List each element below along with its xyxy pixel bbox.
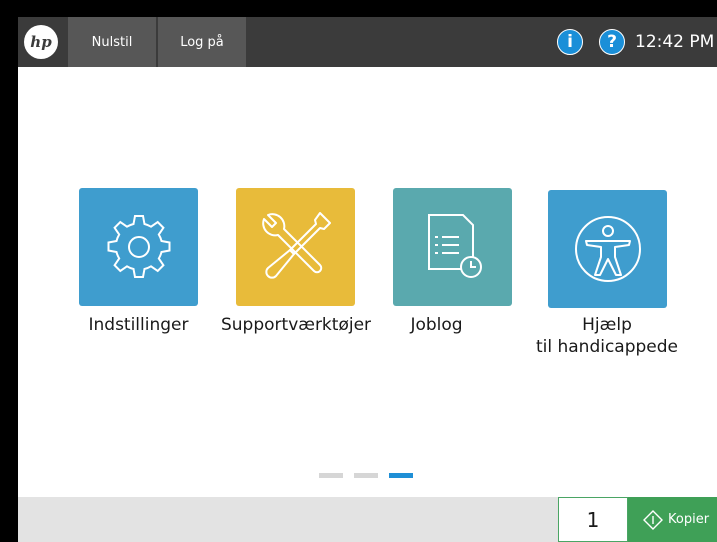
page-dot-3-active[interactable]: [389, 473, 413, 478]
copies-count-field[interactable]: 1: [558, 497, 628, 542]
header-bar: hp Nulstil Log på i ? 12:42 PM: [18, 17, 717, 67]
start-diamond-icon: [643, 509, 663, 530]
support-tools-app-label: Supportværktøjer: [220, 315, 372, 335]
accessibility-app-tile[interactable]: [548, 190, 667, 308]
accessibility-label-line1: Hjælp: [582, 315, 632, 335]
support-tools-app-tile[interactable]: [236, 188, 355, 306]
settings-app-tile[interactable]: [79, 188, 198, 306]
job-log-app-tile[interactable]: [393, 188, 512, 306]
page-dot-2[interactable]: [354, 473, 378, 478]
hp-logo-text: hp: [30, 33, 52, 51]
reset-button[interactable]: Nulstil: [68, 17, 156, 67]
settings-app-label: Indstillinger: [88, 315, 189, 335]
top-bezel: [0, 0, 717, 17]
job-log-app-label: Joblog: [410, 315, 463, 335]
page-dot-1[interactable]: [319, 473, 343, 478]
hp-logo: hp: [24, 25, 58, 59]
tools-icon: [261, 212, 331, 279]
clock: 12:42 PM: [635, 32, 715, 52]
accessibility-icon: [574, 216, 641, 282]
hp-logo-icon: hp: [27, 28, 55, 56]
gear-icon: [107, 215, 170, 278]
printer-home-screen: hp Nulstil Log på i ? 12:42 PM Indstilli…: [0, 0, 717, 542]
accessibility-app-label: Hjælp til handicappede: [527, 314, 687, 358]
copy-button-label: Kopier: [668, 512, 710, 527]
info-icon[interactable]: i: [557, 29, 583, 55]
left-bezel: [0, 0, 18, 542]
accessibility-label-line2: til handicappede: [535, 337, 679, 357]
help-icon[interactable]: ?: [599, 29, 625, 55]
job-log-icon: [427, 214, 482, 278]
page-indicator: [319, 473, 413, 478]
copy-start-button[interactable]: Kopier: [628, 497, 717, 542]
sign-in-button[interactable]: Log på: [158, 17, 246, 67]
